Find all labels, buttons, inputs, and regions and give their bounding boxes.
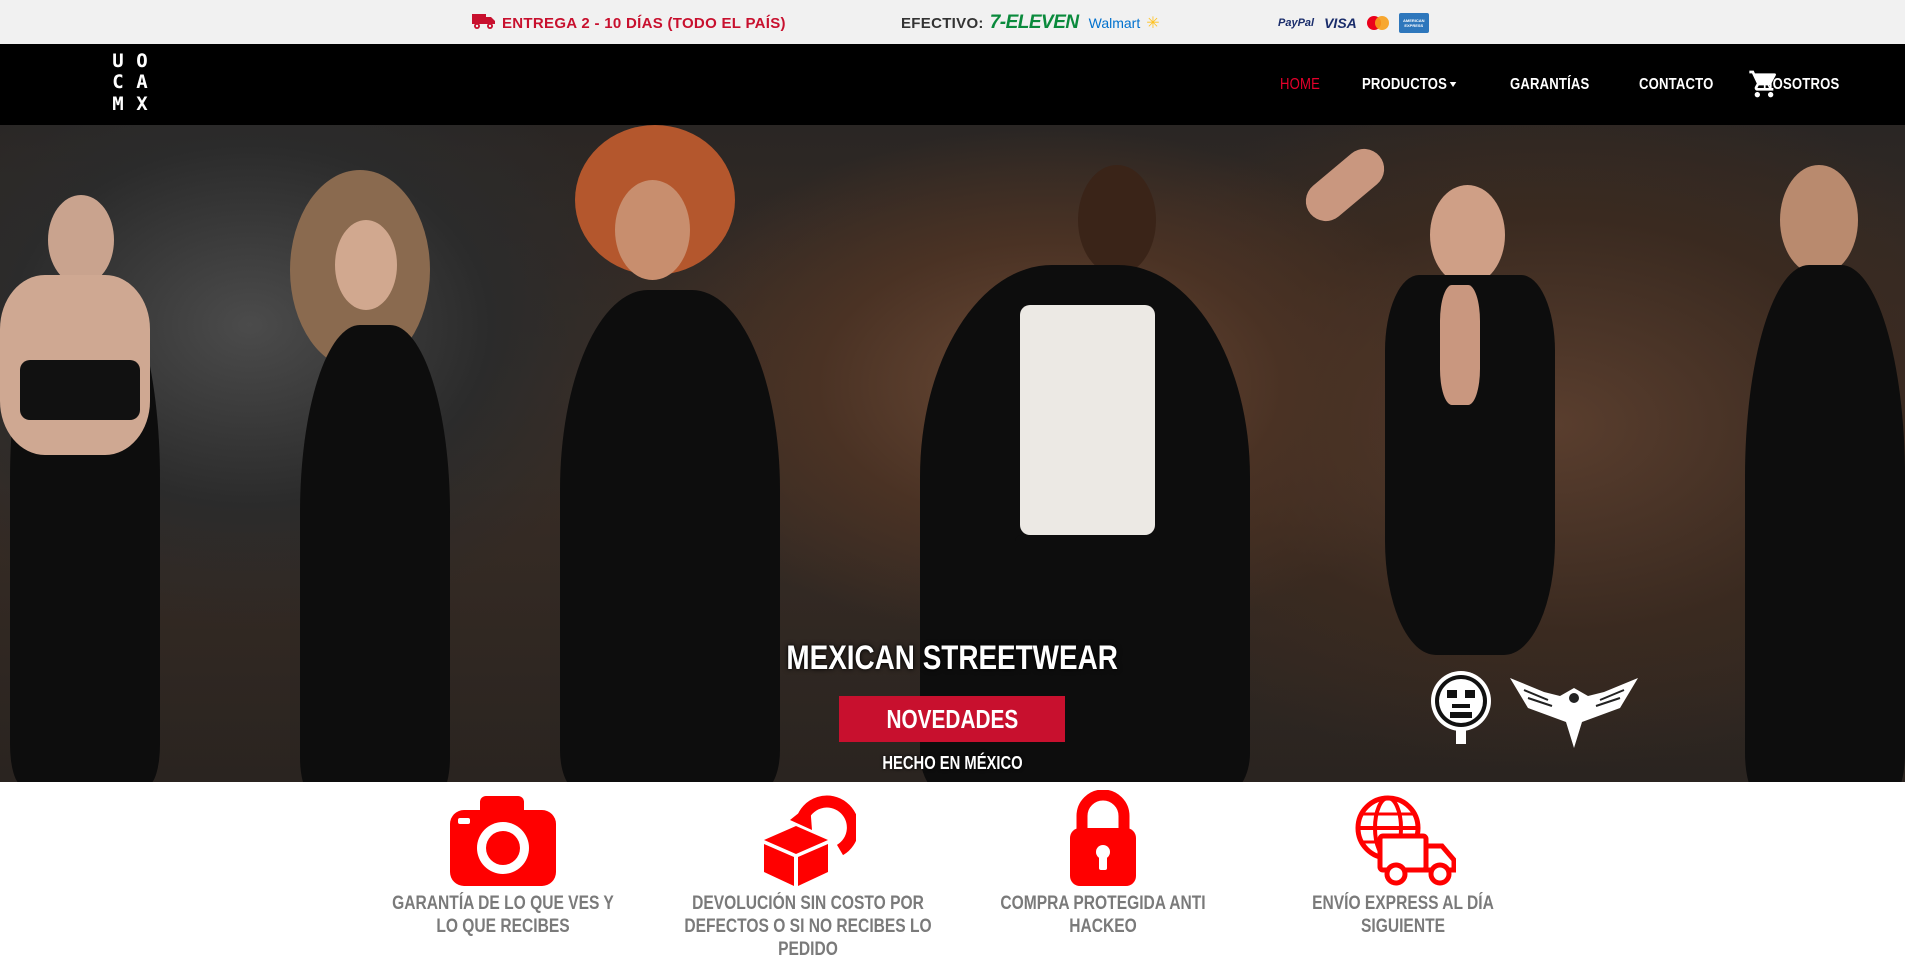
cash-payment-info: EFECTIVO: 7-ELEVEN Walmart ✳ [901,12,1160,34]
seven-eleven-logo: 7-ELEVEN [989,12,1079,33]
aztec-mask-logo-icon [1428,668,1494,749]
hero-photo-figure [48,195,114,285]
feature-label: ENVÍO EXPRESS AL DÍA SIGUIENTE [1312,893,1494,937]
logo-letter: M [112,92,124,115]
nav-item-contacto[interactable]: CONTACTO [1639,76,1713,94]
hero-photo-figure [1430,185,1505,285]
visa-logo: VISA [1324,15,1357,31]
walmart-logo: Walmart [1088,15,1141,31]
hero-photo-figure [1780,165,1858,275]
chevron-down-icon [1449,81,1456,87]
main-navbar: U O C A M X HOME PRODUCTOS GARANTÍAS CON… [0,44,1905,125]
novedades-button[interactable]: NOVEDADES [839,696,1065,742]
return-box-icon [653,782,963,892]
hero-photo-figure [1297,140,1393,230]
nav-item-productos[interactable]: PRODUCTOS [1362,76,1456,94]
truck-icon [472,12,496,35]
delivery-info: ENTREGA 2 - 10 DÍAS (TODO EL PAÍS) [472,12,786,35]
eagle-logo-icon [1508,670,1640,759]
hero-photo-figure [1440,285,1480,405]
amex-logo: AMERICAN EXPRESS [1398,13,1429,33]
hero-photo-figure [1078,165,1156,275]
card-logos: PayPal VISA AMERICAN EXPRESS [1278,13,1429,33]
paypal-logo: PayPal [1278,17,1315,29]
feature-secure: COMPRA PROTEGIDA ANTI HACKEO [953,782,1253,938]
nav-item-home[interactable]: HOME [1280,76,1320,94]
hero-photo-figure [1020,305,1155,535]
feature-label: GARANTÍA DE LO QUE VES Y LO QUE RECIBES [392,893,614,937]
logo-letter: X [136,92,148,115]
logo-letter: C [112,71,124,94]
hero-photo-figure [335,220,397,310]
feature-guarantee: GARANTÍA DE LO QUE VES Y LO QUE RECIBES [353,782,653,938]
feature-label: COMPRA PROTEGIDA ANTI HACKEO [1000,893,1206,937]
features-section: GARANTÍA DE LO QUE VES Y LO QUE RECIBES … [0,782,1905,960]
hero-photo-figure [300,325,450,782]
feature-label: DEVOLUCIÓN SIN COSTO POR DEFECTOS O SI N… [684,893,932,960]
feature-express: ENVÍO EXPRESS AL DÍA SIGUIENTE [1253,782,1553,938]
hero-photo-figure [560,290,780,782]
walmart-spark-icon: ✳ [1146,15,1160,32]
mastercard-logo [1366,16,1389,30]
logo-letter: A [136,71,148,94]
delivery-text: ENTREGA 2 - 10 DÍAS (TODO EL PAÍS) [502,15,786,32]
nav-item-garantias[interactable]: GARANTÍAS [1510,76,1589,94]
site-logo[interactable]: U O C A M X [108,51,152,116]
hero-photo-figure [1745,265,1905,782]
cash-label: EFECTIVO: [901,14,984,32]
hero-photo-figure [20,360,140,420]
camera-icon [353,782,653,892]
express-truck-icon [1253,782,1553,892]
top-info-bar: ENTREGA 2 - 10 DÍAS (TODO EL PAÍS) EFECT… [0,0,1905,44]
hero-banner: MEXICAN STREETWEAR NOVEDADES HECHO EN MÉ… [0,125,1905,782]
lock-icon [953,782,1253,892]
feature-returns: DEVOLUCIÓN SIN COSTO POR DEFECTOS O SI N… [653,782,963,961]
hero-photo-figure [615,180,690,280]
cart-icon[interactable] [1748,68,1780,105]
